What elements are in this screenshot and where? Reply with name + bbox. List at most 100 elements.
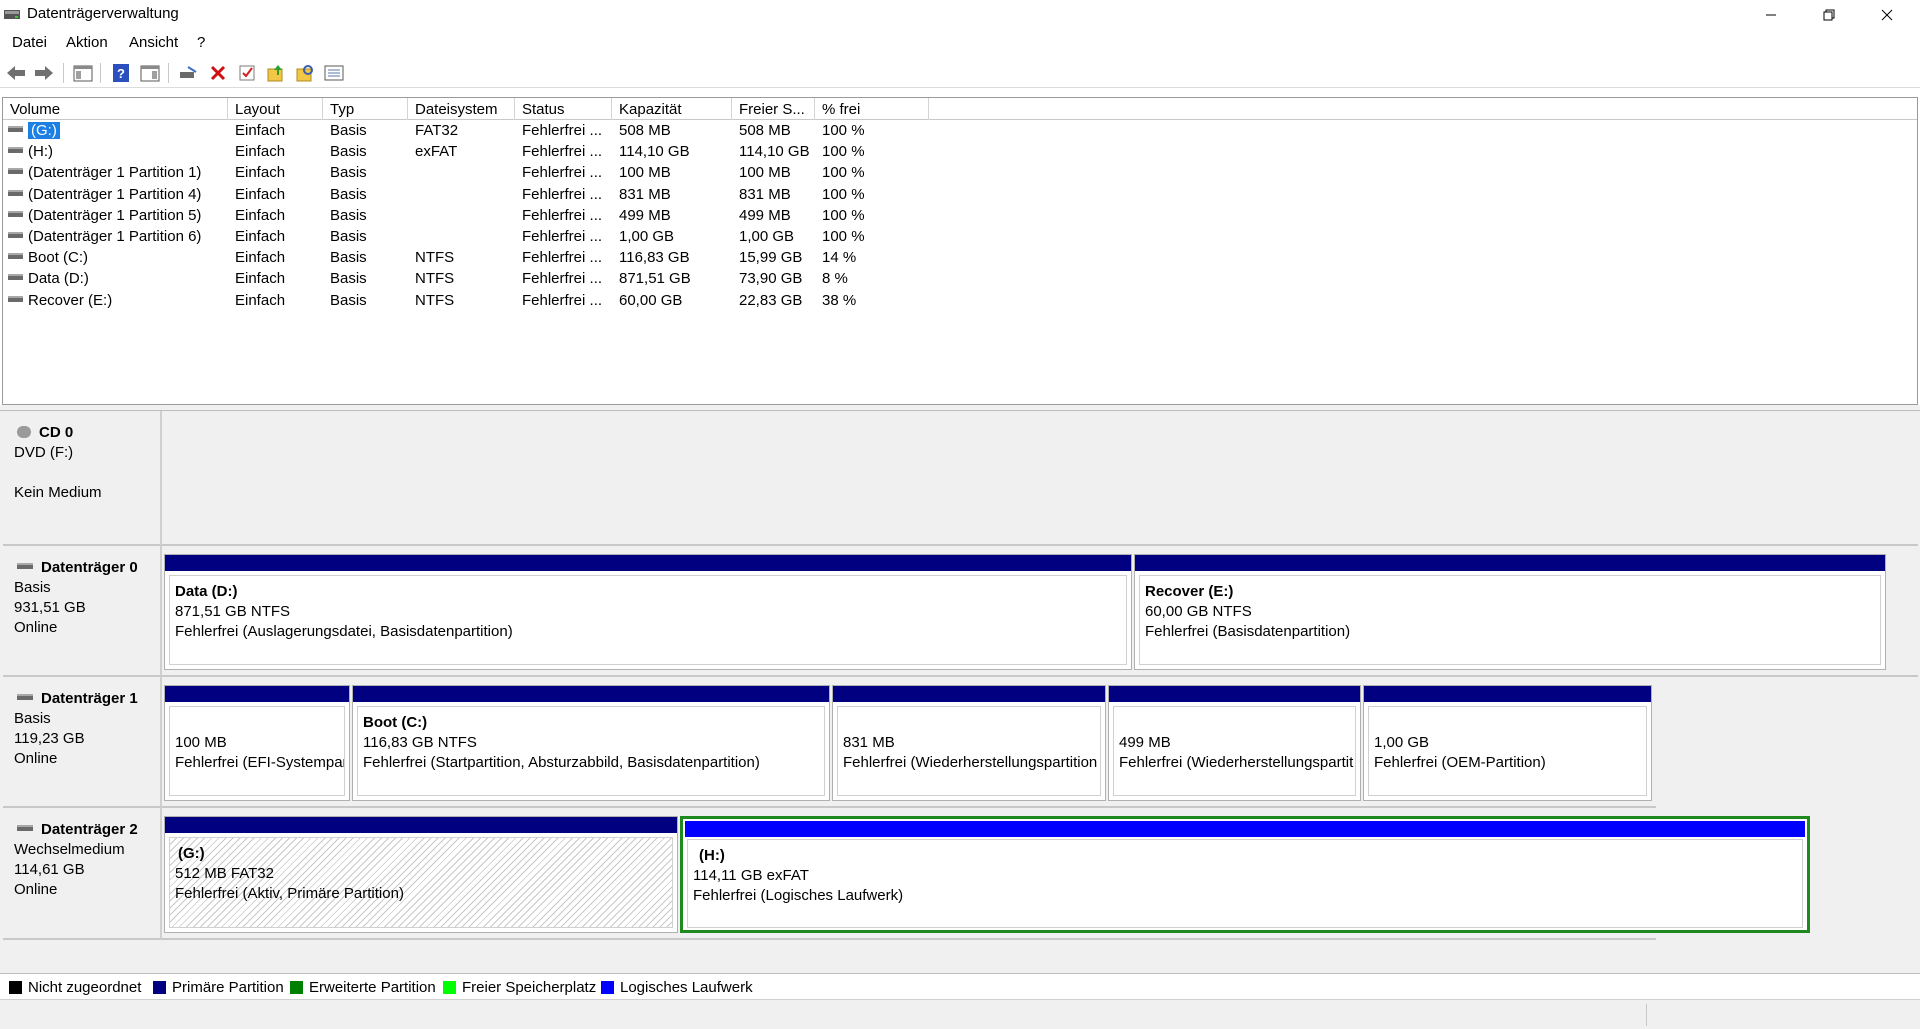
close-icon bbox=[1881, 9, 1893, 21]
primary-partition-bar bbox=[1135, 555, 1885, 571]
volume-cell-layout: Einfach bbox=[235, 143, 286, 161]
volume-row[interactable]: (Datenträger 1 Partition 6) Einfach Basis F… bbox=[3, 226, 1917, 247]
volume-cell-status: Fehlerfrei ... bbox=[522, 270, 603, 288]
close-button[interactable] bbox=[1858, 0, 1916, 30]
explore-button[interactable] bbox=[294, 62, 316, 84]
partition-name: Recover (E:) bbox=[1145, 583, 1234, 600]
volume-row[interactable]: (Datenträger 1 Partition 5) Einfach Basis F… bbox=[3, 205, 1917, 226]
disk-1-type: Basis bbox=[14, 710, 51, 727]
volume-cell-free: 508 MB bbox=[739, 122, 791, 139]
legend-label: Erweiterte Partition bbox=[309, 979, 436, 996]
menu-ansicht[interactable]: Ansicht bbox=[129, 34, 178, 51]
volume-cell-typ: Basis bbox=[330, 228, 367, 245]
disk-graphical-view: CD 0 DVD (F:) Kein Medium Datenträger 0 … bbox=[0, 411, 1920, 973]
volume-row[interactable]: (Datenträger 1 Partition 4) Einfach Basis F… bbox=[3, 184, 1917, 205]
volume-cell-status: Fehlerfrei ... bbox=[522, 122, 603, 139]
volume-row[interactable]: (H:) Einfach Basis exFAT Fehlerfrei ... 114,1… bbox=[3, 141, 1917, 162]
window-title: Datenträgerverwaltung bbox=[27, 5, 179, 22]
disk-1-size: 119,23 GB bbox=[14, 730, 85, 747]
explore-folder-icon bbox=[296, 65, 313, 82]
partition-boot-c[interactable]: Boot (C:) 116,83 GB NTFS Fehlerfrei (Sta… bbox=[352, 685, 830, 801]
volume-row[interactable]: Boot (C:) Einfach Basis NTFS Fehlerfrei ... 1… bbox=[3, 247, 1917, 268]
volume-cell-typ: Basis bbox=[330, 270, 367, 288]
disk-label-2[interactable]: Datenträger 2 Wechselmedium 114,61 GB On… bbox=[3, 808, 162, 940]
volume-cell-layout: Einfach bbox=[235, 206, 286, 224]
disk-area-cd0 bbox=[162, 411, 1918, 546]
partition-recovery-1[interactable]: 831 MB Fehlerfrei (Wiederherstellungspar… bbox=[832, 685, 1106, 801]
partition-efi[interactable]: 100 MB Fehlerfrei (EFI-Systempart bbox=[164, 685, 350, 801]
disk-cd0-blank bbox=[3, 463, 160, 483]
partition-size: 60,00 GB NTFS bbox=[1145, 603, 1252, 620]
volume-cell-typ: Basis bbox=[330, 249, 367, 267]
delete-button[interactable] bbox=[207, 62, 229, 84]
volume-row[interactable]: (G:) Einfach Basis FAT32 Fehlerfrei ... 508 M… bbox=[3, 120, 1917, 141]
forward-button[interactable] bbox=[33, 62, 55, 84]
primary-partition-bar bbox=[165, 555, 1131, 571]
volume-list[interactable]: Volume Layout Typ Dateisystem Status Kap… bbox=[2, 97, 1918, 405]
partition-recover-e[interactable]: Recover (E:) 60,00 GB NTFS Fehlerfrei (B… bbox=[1134, 554, 1886, 670]
help-button[interactable]: ? bbox=[110, 62, 132, 84]
volume-cell-volume: Recover (E:) bbox=[28, 291, 113, 309]
column-header-dateisystem[interactable]: Dateisystem bbox=[408, 98, 515, 120]
delete-icon bbox=[210, 65, 226, 81]
volume-cell-layout: Einfach bbox=[235, 122, 286, 139]
partition-status: Fehlerfrei (Startpartition, Absturzabbil… bbox=[363, 754, 760, 771]
volume-row[interactable]: Data (D:) Einfach Basis NTFS Fehlerfrei ... 8… bbox=[3, 268, 1917, 289]
column-header-layout[interactable]: Layout bbox=[228, 98, 323, 120]
menu-datei[interactable]: Datei bbox=[12, 34, 47, 51]
column-header-volume[interactable]: Volume bbox=[3, 98, 228, 120]
column-header-typ[interactable]: Typ bbox=[323, 98, 408, 120]
primary-partition-bar bbox=[165, 817, 677, 833]
partition-data-d[interactable]: Data (D:) 871,51 GB NTFS Fehlerfrei (Aus… bbox=[164, 554, 1132, 670]
menu-aktion[interactable]: Aktion bbox=[66, 34, 108, 51]
volume-cell-fs: FAT32 bbox=[415, 122, 459, 139]
partition-oem[interactable]: 1,00 GB Fehlerfrei (OEM-Partition) bbox=[1363, 685, 1652, 801]
volume-cell-layout: Einfach bbox=[235, 228, 286, 245]
removable-disk-icon bbox=[17, 825, 33, 831]
volume-row[interactable]: Recover (E:) Einfach Basis NTFS Fehlerfrei .… bbox=[3, 290, 1917, 311]
disk-label-cd0[interactable]: CD 0 DVD (F:) Kein Medium bbox=[3, 411, 162, 546]
volume-drive-icon bbox=[8, 253, 23, 260]
volume-cell-pct: 100 % bbox=[822, 143, 865, 161]
volume-cell-fs: exFAT bbox=[415, 143, 458, 161]
list-view-button[interactable] bbox=[323, 62, 345, 84]
volume-cell-typ: Basis bbox=[330, 185, 367, 203]
show-hide-tree-button[interactable] bbox=[72, 62, 94, 84]
volume-cell-free: 831 MB bbox=[739, 185, 791, 203]
volume-cell-layout: Einfach bbox=[235, 249, 286, 267]
volume-cell-typ: Basis bbox=[330, 122, 367, 139]
disk-cd0-media: Kein Medium bbox=[14, 484, 102, 501]
partition-h-extended[interactable]: (H:) 114,11 GB exFAT Fehlerfrei (Logisch… bbox=[680, 816, 1810, 933]
legend-item-primary: Primäre Partition bbox=[153, 979, 284, 996]
column-header-status[interactable]: Status bbox=[515, 98, 612, 120]
partition-status: Fehlerfrei (Wiederherstellungspartit bbox=[1119, 754, 1354, 771]
connect-disk-button[interactable] bbox=[177, 62, 199, 84]
restore-button[interactable] bbox=[1800, 0, 1858, 30]
disk-2-state: Online bbox=[14, 881, 58, 898]
column-header-freier-speicher[interactable]: Freier S... bbox=[732, 98, 815, 120]
menu-help[interactable]: ? bbox=[197, 34, 205, 51]
column-header-prozent-frei[interactable]: % frei bbox=[815, 98, 929, 120]
partition-recovery-2[interactable]: 499 MB Fehlerfrei (Wiederherstellungspar… bbox=[1108, 685, 1361, 801]
volume-cell-status: Fehlerfrei ... bbox=[522, 291, 603, 309]
open-folder-button[interactable] bbox=[265, 62, 287, 84]
volume-row[interactable]: (Datenträger 1 Partition 1) Einfach Basis F… bbox=[3, 162, 1917, 183]
partition-size: 871,51 GB NTFS bbox=[175, 603, 291, 620]
legend: Nicht zugeordnet Primäre Partition Erwei… bbox=[0, 973, 1920, 999]
back-button[interactable] bbox=[5, 62, 27, 84]
volume-cell-free: 22,83 GB bbox=[739, 291, 803, 309]
properties-view-button[interactable] bbox=[139, 62, 161, 84]
check-button[interactable] bbox=[236, 62, 258, 84]
volume-cell-layout: Einfach bbox=[235, 291, 286, 309]
volume-cell-status: Fehlerfrei ... bbox=[522, 206, 603, 224]
volume-cell-pct: 100 % bbox=[822, 228, 865, 245]
disk-row-2: Datenträger 2 Wechselmedium 114,61 GB On… bbox=[0, 808, 1920, 940]
partition-g[interactable]: (G:) 512 MB FAT32 Fehlerfrei (Aktiv, Pri… bbox=[164, 816, 678, 933]
volume-cell-free: 15,99 GB bbox=[739, 249, 803, 267]
disk-label-1[interactable]: Datenträger 1 Basis 119,23 GB Online bbox=[3, 677, 162, 808]
disk-label-0[interactable]: Datenträger 0 Basis 931,51 GB Online bbox=[3, 546, 162, 677]
disk-0-type: Basis bbox=[14, 579, 51, 596]
column-header-kapazitaet[interactable]: Kapazität bbox=[612, 98, 732, 120]
disk-2-type: Wechselmedium bbox=[14, 841, 125, 858]
minimize-button[interactable] bbox=[1742, 0, 1800, 30]
